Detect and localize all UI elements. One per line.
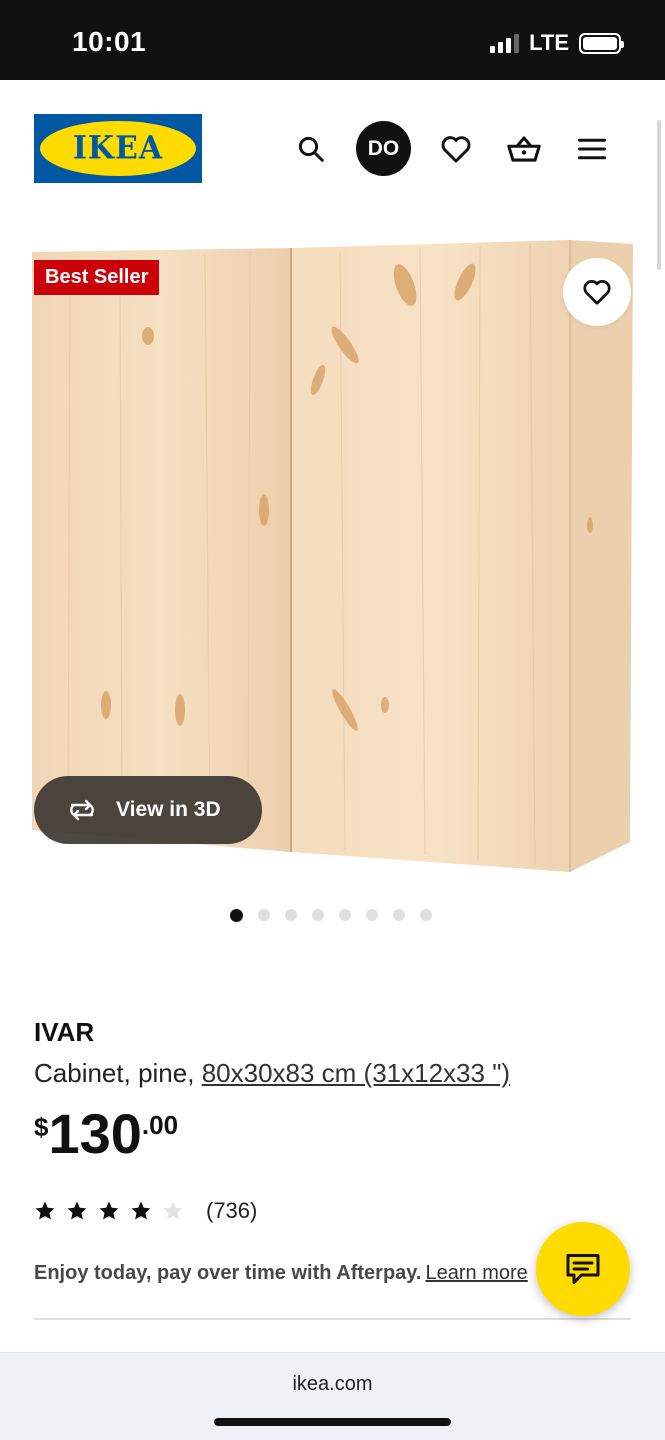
- account-avatar[interactable]: DO: [356, 121, 411, 176]
- home-indicator[interactable]: [214, 1418, 451, 1426]
- chat-icon: [566, 1254, 600, 1284]
- afterpay-learn-more-link[interactable]: Learn more: [426, 1262, 528, 1284]
- logo-text: IKEA: [72, 130, 164, 167]
- search-icon: [298, 136, 324, 162]
- browser-address-bar[interactable]: ikea.com: [0, 1352, 665, 1440]
- measurements-link[interactable]: 80x30x83 cm (31x12x33 "): [202, 1058, 510, 1088]
- menu-icon: [578, 138, 606, 159]
- site-header: IKEA DO: [0, 80, 665, 220]
- view-in-3d-label: View in 3D: [116, 798, 221, 821]
- chat-support-button[interactable]: [536, 1222, 630, 1316]
- product-rating[interactable]: (736): [34, 1198, 257, 1224]
- star-filled-icon: [67, 1201, 87, 1220]
- star-filled-icon: [131, 1201, 151, 1220]
- status-time: 10:01: [72, 26, 147, 57]
- search-button[interactable]: [288, 121, 334, 176]
- status-bar: 10:01 LTE: [0, 0, 665, 80]
- product-name: IVAR: [34, 1017, 95, 1047]
- afterpay-message: Enjoy today, pay over time with Afterpay…: [34, 1262, 539, 1285]
- star-filled-icon: [99, 1201, 119, 1220]
- favourites-button[interactable]: [433, 121, 479, 176]
- best-seller-badge: Best Seller: [34, 260, 160, 295]
- carousel-dot[interactable]: [312, 909, 324, 921]
- rotate-3d-icon: [70, 799, 94, 821]
- product-type: Cabinet, pine,: [34, 1058, 195, 1088]
- heart-icon: [583, 280, 611, 305]
- review-count: (736): [206, 1198, 258, 1223]
- carousel-dot[interactable]: [230, 909, 243, 922]
- afterpay-text: Enjoy today, pay over time with Afterpay…: [34, 1262, 422, 1284]
- price-decimal: .00: [141, 1110, 179, 1140]
- carousel-dot[interactable]: [393, 909, 405, 921]
- logo-oval: IKEA: [40, 121, 196, 176]
- carousel-dot[interactable]: [339, 909, 351, 921]
- carousel-dot[interactable]: [285, 909, 297, 921]
- product-image[interactable]: Best Seller View in 3D: [0, 230, 665, 890]
- basket-button[interactable]: [501, 121, 547, 176]
- carousel-dot[interactable]: [420, 909, 432, 921]
- menu-button[interactable]: [569, 121, 615, 176]
- image-carousel-dots: [230, 909, 432, 922]
- network-label: LTE: [529, 30, 569, 55]
- product-price: $ 130 .00: [34, 1106, 178, 1162]
- header-actions: DO: [288, 121, 615, 176]
- carousel-dot[interactable]: [366, 909, 378, 921]
- view-in-3d-button[interactable]: View in 3D: [34, 776, 262, 844]
- basket-icon: [507, 135, 541, 162]
- price-currency: $: [34, 1112, 49, 1142]
- signal-icon: [490, 33, 520, 53]
- star-filled-icon: [35, 1201, 55, 1220]
- section-divider: [34, 1318, 631, 1320]
- product-description: Cabinet, pine, 80x30x83 cm (31x12x33 "): [34, 1058, 510, 1089]
- add-to-favourites-button[interactable]: [563, 258, 631, 326]
- battery-icon: [579, 32, 624, 54]
- url-text[interactable]: ikea.com: [0, 1373, 665, 1396]
- status-indicators: LTE: [490, 30, 624, 56]
- carousel-dot[interactable]: [258, 909, 270, 921]
- star-empty-icon: [163, 1201, 183, 1220]
- price-integer: 130: [48, 1102, 142, 1165]
- ikea-logo[interactable]: IKEA: [34, 114, 202, 183]
- heart-icon: [441, 135, 471, 162]
